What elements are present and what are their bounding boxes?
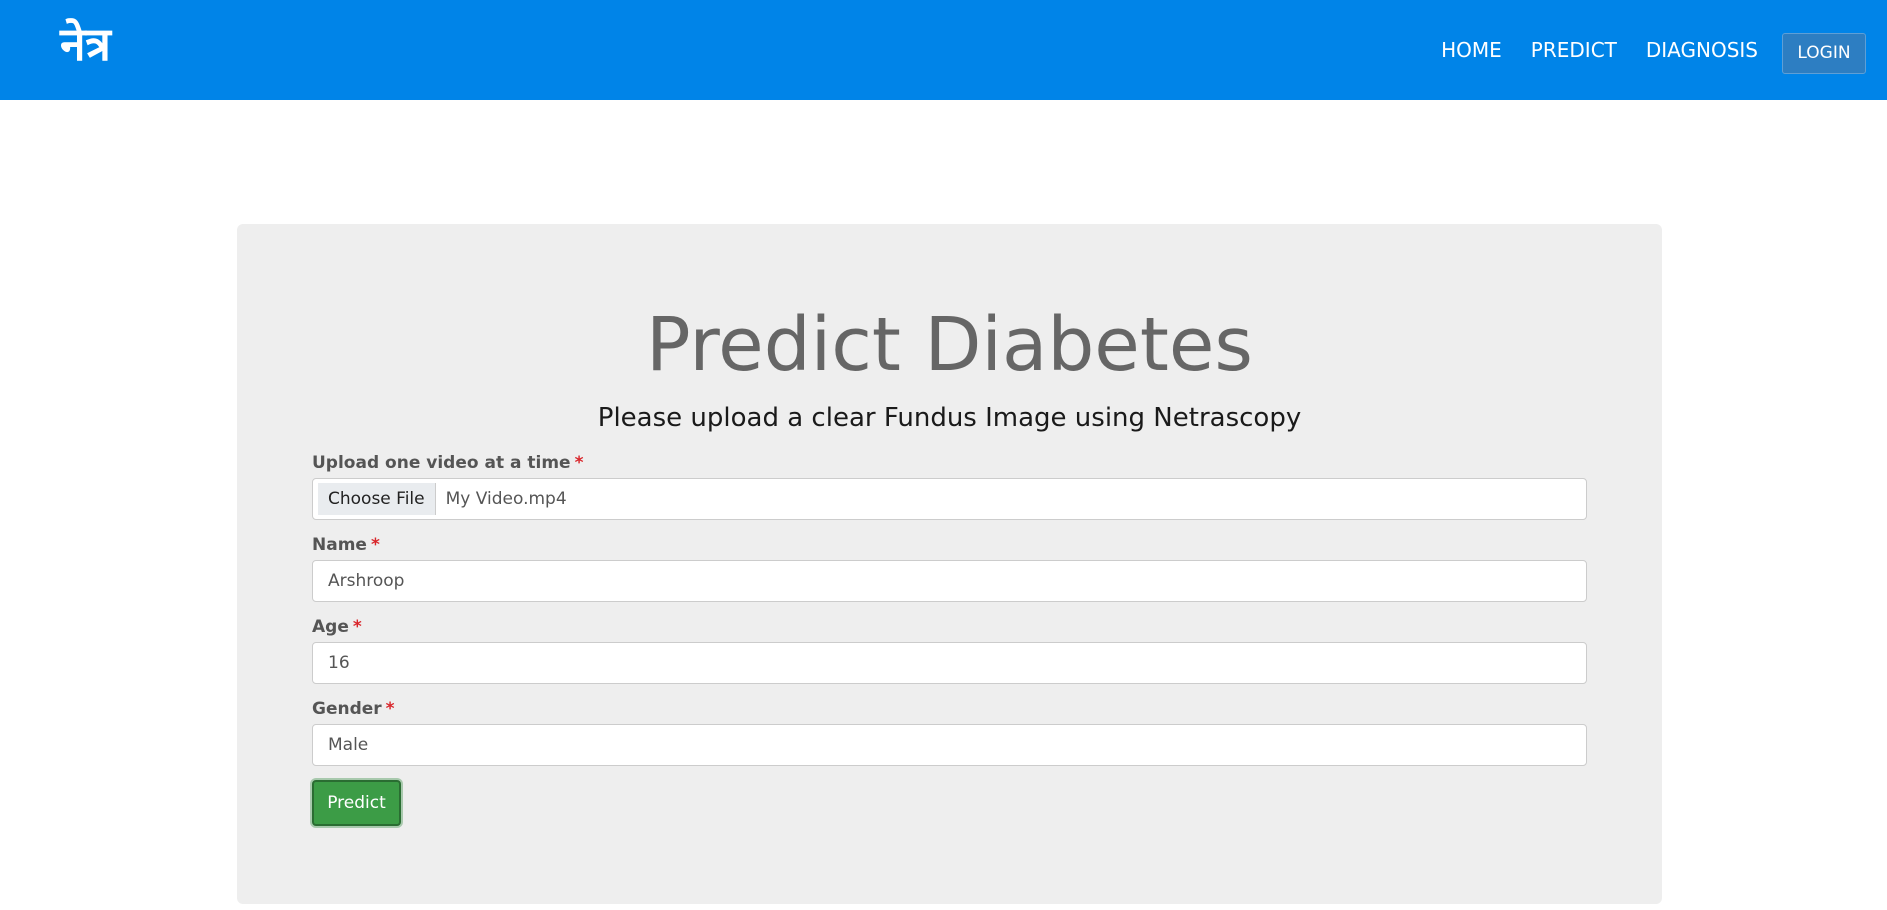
nav-links: HOME PREDICT DIAGNOSIS LOGIN (1412, 32, 1866, 74)
name-label-text: Name (312, 535, 367, 555)
upload-label: Upload one video at a time * (312, 452, 1587, 478)
brand-logo[interactable]: नेत्र (60, 14, 111, 74)
page-title: Predict Diabetes (646, 302, 1253, 388)
required-marker: * (370, 535, 380, 555)
gender-input[interactable]: Male (312, 724, 1587, 766)
name-label: Name * (312, 534, 1587, 560)
nav-predict-link[interactable]: PREDICT (1531, 32, 1617, 68)
predict-form: Upload one video at a time * Choose File … (312, 452, 1587, 826)
choose-file-button[interactable]: Choose File (318, 483, 436, 515)
selected-file-name: My Video.mp4 (445, 489, 567, 509)
required-marker: * (352, 617, 362, 637)
gender-label: Gender * (312, 698, 1587, 724)
login-button[interactable]: LOGIN (1782, 32, 1866, 74)
page-subtitle: Please upload a clear Fundus Image using… (597, 403, 1302, 433)
age-label: Age * (312, 616, 1587, 642)
age-input[interactable]: 16 (312, 642, 1587, 684)
required-marker: * (385, 699, 395, 719)
gender-label-text: Gender (312, 699, 382, 719)
file-upload-input[interactable]: Choose File My Video.mp4 (312, 478, 1587, 520)
name-input[interactable]: Arshroop (312, 560, 1587, 602)
predict-panel: Predict Diabetes Please upload a clear F… (237, 224, 1662, 904)
nav-home-link[interactable]: HOME (1441, 32, 1502, 68)
nav-diagnosis-link[interactable]: DIAGNOSIS (1646, 32, 1758, 68)
predict-button[interactable]: Predict (312, 780, 401, 826)
required-marker: * (574, 453, 584, 473)
age-label-text: Age (312, 617, 349, 637)
upload-label-text: Upload one video at a time (312, 453, 571, 473)
navbar: नेत्र HOME PREDICT DIAGNOSIS LOGIN (0, 0, 1887, 100)
